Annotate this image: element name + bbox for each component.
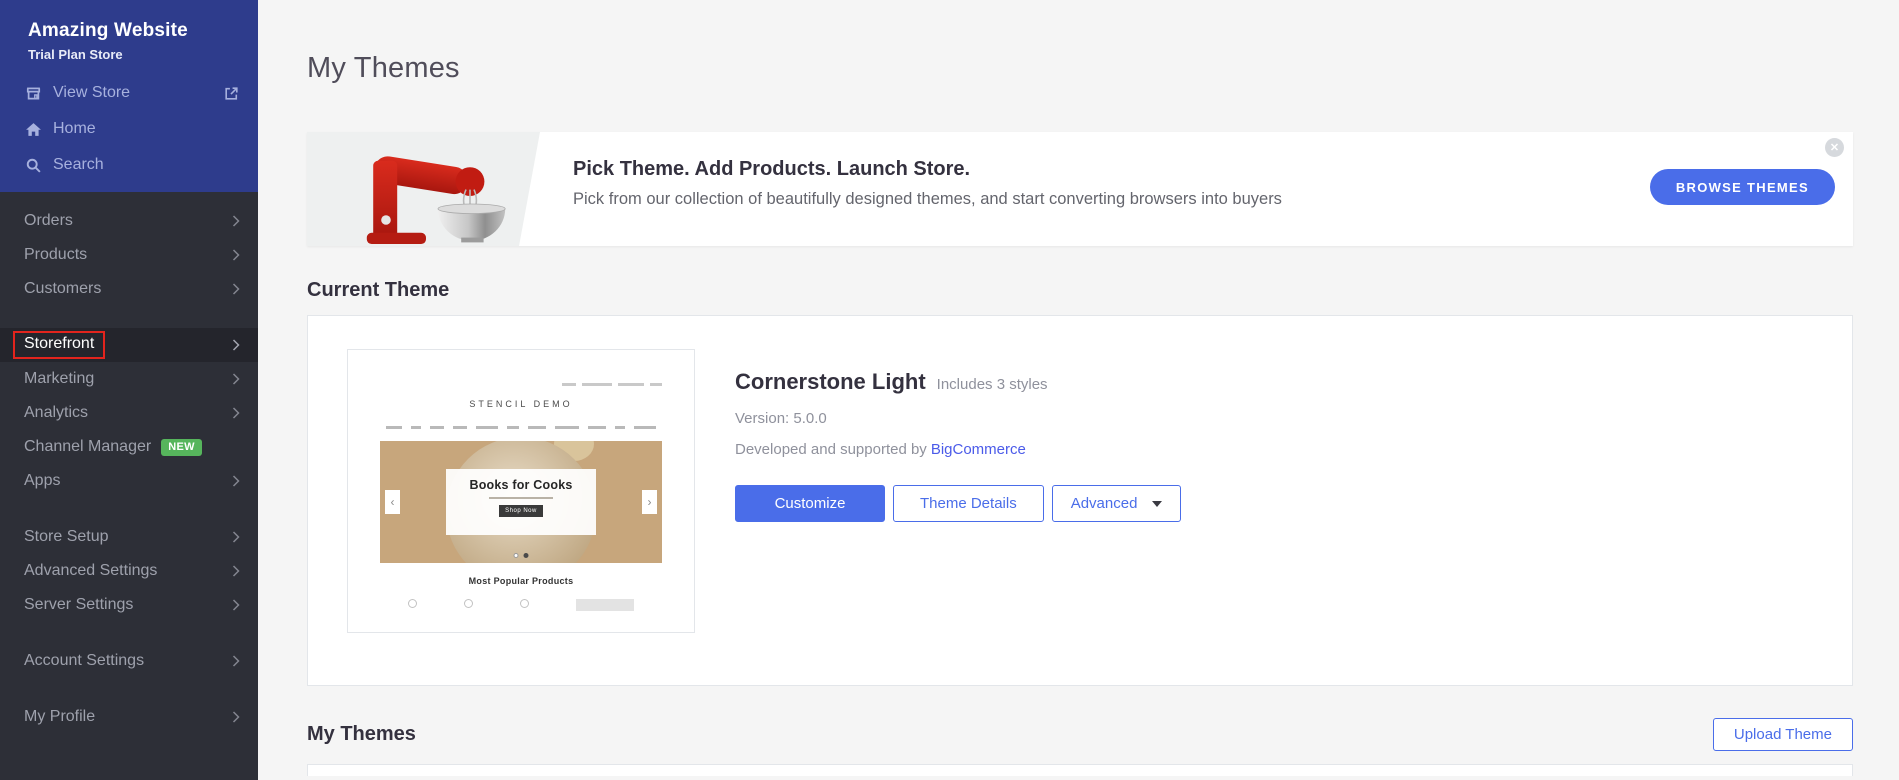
preview-store-logo: STENCIL DEMO [380,399,662,409]
sidebar-item-label: View Store [53,84,130,102]
page-title: My Themes [307,52,1853,85]
chevron-right-icon [232,599,240,611]
storefront-annotation-highlight: Storefront [13,331,105,359]
sidebar-item-label: Products [24,246,87,264]
sidebar-store-header: Amazing Website Trial Plan Store View St… [0,0,258,192]
preview-product-placeholders [380,599,662,611]
sidebar-item-my-profile[interactable]: My Profile [0,700,258,734]
chevron-right-icon [232,339,240,351]
chevron-right-icon [232,711,240,723]
close-icon[interactable]: ✕ [1825,138,1844,157]
sidebar-item-label: Advanced Settings [24,562,157,580]
sidebar-item-label: Customers [24,280,101,298]
theme-details-button[interactable]: Theme Details [893,485,1044,522]
preview-section-heading: Most Popular Products [380,576,662,586]
sidebar-item-store-setup[interactable]: Store Setup [0,520,258,554]
sidebar-item-search[interactable]: Search [0,147,258,183]
preview-hero-carousel: Books for Cooks Shop Now ‹ › [380,441,662,563]
sidebar: Amazing Website Trial Plan Store View St… [0,0,258,780]
advanced-dropdown-button[interactable]: Advanced [1052,485,1182,522]
chevron-right-icon [232,655,240,667]
mixer-image [362,140,522,244]
sidebar-item-analytics[interactable]: Analytics [0,396,258,430]
sidebar-item-advanced-settings[interactable]: Advanced Settings [0,554,258,588]
preview-nav-menu [380,426,662,429]
advanced-label: Advanced [1071,495,1138,512]
current-theme-card: STENCIL DEMO Books for Cooks Shop Now ‹ [307,315,1853,686]
chevron-right-icon [232,531,240,543]
preview-hero-overlay: Books for Cooks Shop Now [446,469,596,535]
sidebar-item-apps[interactable]: Apps [0,464,258,498]
main-content: My Themes [258,0,1899,780]
sidebar-item-label: Orders [24,212,73,230]
home-icon [25,121,42,138]
carousel-prev-icon: ‹ [385,490,400,514]
upload-theme-button[interactable]: Upload Theme [1713,718,1853,751]
sidebar-item-products[interactable]: Products [0,238,258,272]
search-icon [25,157,42,174]
chevron-right-icon [232,283,240,295]
carousel-dots [514,553,529,558]
sidebar-item-server-settings[interactable]: Server Settings [0,588,258,622]
sidebar-item-label: My Profile [24,708,95,726]
sidebar-item-label: Store Setup [24,528,109,546]
preview-hero-subtext [489,497,553,499]
sidebar-item-view-store[interactable]: View Store [0,75,258,111]
chevron-right-icon [232,215,240,227]
promo-banner: Pick Theme. Add Products. Launch Store. … [307,132,1853,246]
sidebar-item-label: Channel Manager [24,438,151,456]
sidebar-item-label: Home [53,120,96,138]
customize-button[interactable]: Customize [735,485,885,522]
caret-down-icon [1152,501,1162,507]
theme-preview-thumbnail[interactable]: STENCIL DEMO Books for Cooks Shop Now ‹ [347,349,695,633]
chevron-right-icon [232,373,240,385]
chevron-right-icon [232,565,240,577]
my-themes-list-card [307,764,1853,776]
storefront-icon [25,85,42,102]
sidebar-item-storefront[interactable]: Storefront [0,328,258,362]
sidebar-item-label: Analytics [24,404,88,422]
sidebar-item-label: Apps [24,472,60,490]
preview-utility-nav [380,383,662,386]
chevron-right-icon [232,475,240,487]
sidebar-item-customers[interactable]: Customers [0,272,258,306]
theme-version: Version: 5.0.0 [735,410,1181,427]
current-theme-heading: Current Theme [307,279,1853,302]
chevron-right-icon [232,249,240,261]
sidebar-item-home[interactable]: Home [0,111,258,147]
developer-link[interactable]: BigCommerce [931,441,1026,458]
browse-themes-button[interactable]: BROWSE THEMES [1650,169,1835,205]
sidebar-item-label: Search [53,156,104,174]
sidebar-item-label: Marketing [24,370,94,388]
external-link-icon [223,85,240,102]
sidebar-item-orders[interactable]: Orders [0,204,258,238]
chevron-right-icon [232,407,240,419]
sidebar-item-channel-manager[interactable]: Channel Manager NEW [0,430,258,464]
preview-hero-title: Books for Cooks [446,478,596,492]
carousel-next-icon: › [642,490,657,514]
new-badge: NEW [161,439,202,456]
theme-styles-note: Includes 3 styles [937,376,1048,393]
developed-by-text: Developed and supported by [735,441,927,458]
theme-name: Cornerstone Light [735,369,926,395]
preview-shop-now-button: Shop Now [499,505,543,517]
sidebar-item-account-settings[interactable]: Account Settings [0,644,258,678]
store-name: Amazing Website [28,20,230,42]
sidebar-item-label: Server Settings [24,596,133,614]
store-plan: Trial Plan Store [28,47,230,62]
banner-art-panel [307,132,540,246]
sidebar-item-label: Storefront [24,335,94,352]
my-themes-heading: My Themes [307,723,416,746]
sidebar-item-marketing[interactable]: Marketing [0,362,258,396]
sidebar-menu: Orders Products Customers Storefront Mar… [0,192,258,734]
sidebar-item-label: Account Settings [24,652,144,670]
